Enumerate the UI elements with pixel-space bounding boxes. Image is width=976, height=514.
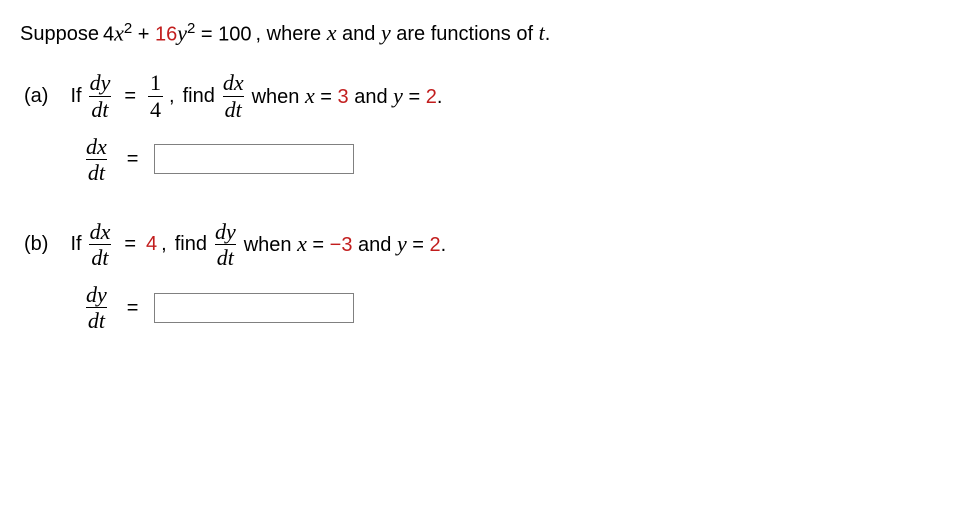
fraction-dydt: dy dt: [88, 71, 113, 120]
fraction-one-fourth: 1 4: [148, 71, 163, 120]
part-a-find: find: [183, 82, 215, 110]
part-b-condition: when x = −3 and y = 2.: [244, 229, 446, 260]
answer-a-fraction: dx dt: [84, 135, 109, 184]
part-b-answer-row: dy dt =: [82, 283, 956, 332]
equation-lhs: 4x2 + 16y2 = 100: [103, 18, 252, 49]
part-b-if: If: [70, 230, 81, 258]
part-a-answer-row: dx dt =: [82, 135, 956, 184]
part-a-question: (a) If dy dt = 1 4 , find dx dt when x =…: [24, 71, 956, 120]
problem-prefix: Suppose: [20, 20, 99, 48]
fraction-dydt-b: dy dt: [213, 220, 238, 269]
fraction-dxdt-b: dx dt: [88, 220, 113, 269]
answer-a-input[interactable]: [154, 144, 354, 174]
problem-suffix: , where x and y are functions of t.: [256, 18, 551, 49]
part-a-condition: when x = 3 and y = 2.: [252, 81, 443, 112]
part-b: (b) If dx dt = 4 , find dy dt when x = −…: [24, 220, 956, 332]
part-b-find: find: [175, 230, 207, 258]
part-b-question: (b) If dx dt = 4 , find dy dt when x = −…: [24, 220, 956, 269]
part-a-if: If: [70, 82, 81, 110]
part-a-label: (a): [24, 82, 48, 110]
part-b-label: (b): [24, 230, 48, 258]
problem-statement: Suppose 4x2 + 16y2 = 100 , where x and y…: [20, 18, 956, 49]
answer-b-input[interactable]: [154, 293, 354, 323]
part-a: (a) If dy dt = 1 4 , find dx dt when x =…: [24, 71, 956, 183]
fraction-dxdt: dx dt: [221, 71, 246, 120]
answer-b-fraction: dy dt: [84, 283, 109, 332]
part-b-value-4: 4: [146, 230, 157, 258]
